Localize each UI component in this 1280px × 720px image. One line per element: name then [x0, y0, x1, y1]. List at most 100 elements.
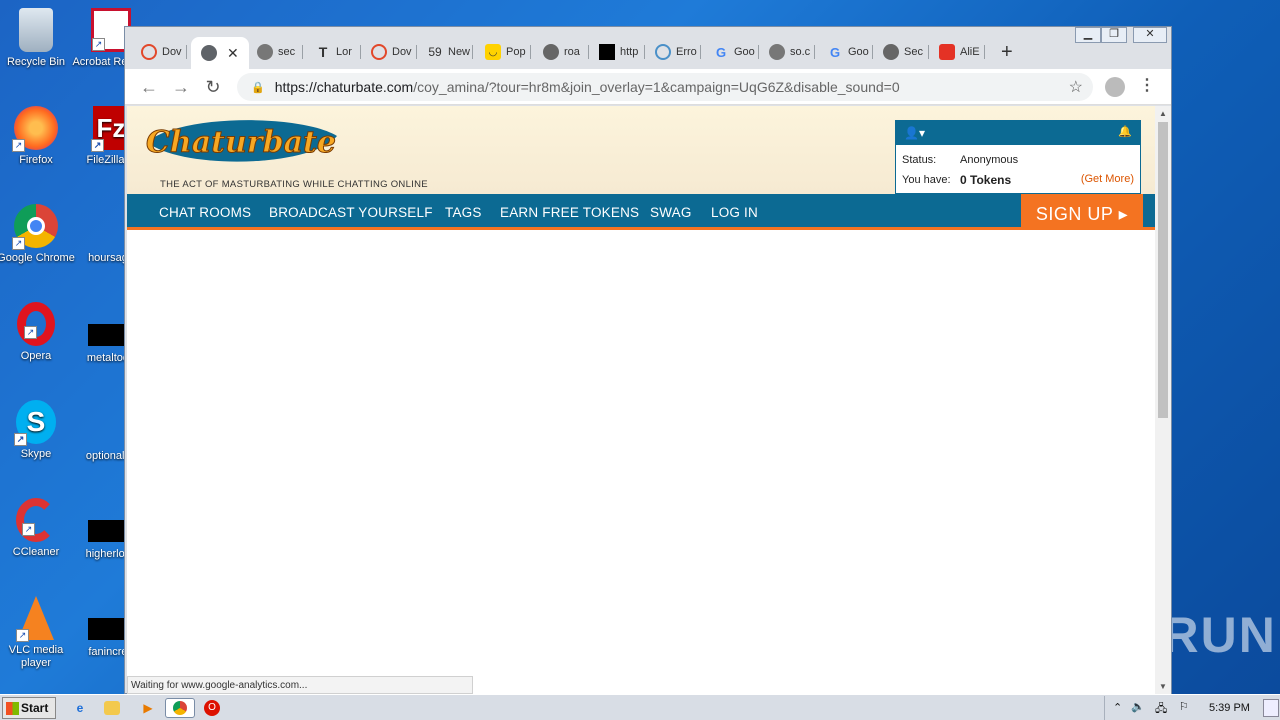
tokens-value: 0 Tokens — [960, 173, 1012, 187]
close-window-button[interactable]: ✕ — [1133, 27, 1167, 43]
site-header: Chaturbate THE ACT OF MASTURBATING WHILE… — [127, 106, 1155, 194]
chrome-taskbar-icon[interactable] — [165, 698, 195, 718]
globe-icon — [257, 44, 273, 60]
nav-chat-rooms[interactable]: CHAT ROOMS — [159, 205, 251, 220]
taskbar: Start e ▶ O ⌃ 🔈 🖧 ⚐ 5:39 PM — [0, 694, 1280, 720]
vlc-shortcut[interactable]: ↗ VLC media player — [0, 596, 75, 670]
skype-shortcut[interactable]: S ↗ Skype — [0, 400, 75, 461]
globe-icon — [201, 45, 217, 61]
reload-button[interactable]: ↻ — [201, 75, 225, 99]
ccleaner-shortcut[interactable]: ↗ CCleaner — [0, 498, 75, 559]
profile-avatar[interactable] — [1105, 77, 1125, 97]
browser-window: Dov ✕ sec T Lor Dov 59 New ◡ Pop roa htt… — [124, 26, 1172, 694]
scroll-down-icon[interactable]: ▼ — [1159, 682, 1167, 691]
get-more-link[interactable]: (Get More) — [1081, 173, 1134, 185]
tab[interactable]: so.c — [769, 39, 815, 65]
nav-broadcast-yourself[interactable]: BROADCAST YOURSELF — [269, 205, 433, 220]
opera-icon: ↗ — [17, 302, 55, 346]
svg-text:Chaturbate: Chaturbate — [146, 125, 336, 160]
restore-button[interactable]: ❐ — [1101, 27, 1127, 43]
chrome-shortcut[interactable]: ↗ Google Chrome — [0, 204, 75, 265]
sign-up-button[interactable]: SIGN UP ▸ — [1021, 194, 1143, 230]
ccleaner-icon: ↗ — [16, 498, 56, 542]
ie-icon[interactable]: e — [70, 698, 90, 718]
tab[interactable]: Sec — [883, 39, 929, 65]
opera-taskbar-icon[interactable]: O — [204, 700, 220, 716]
nav-earn-free-tokens[interactable]: EARN FREE TOKENS — [500, 205, 639, 220]
tab[interactable]: G Goo — [827, 39, 873, 65]
firefox-shortcut[interactable]: ↗ Firefox — [0, 106, 75, 167]
tray-expand-icon[interactable]: ⌃ — [1113, 701, 1122, 714]
forward-button[interactable]: → — [169, 75, 193, 99]
tab[interactable]: roa — [543, 39, 589, 65]
tab[interactable]: Erro — [655, 39, 701, 65]
explorer-icon[interactable] — [104, 701, 120, 715]
browser-menu-icon[interactable]: ⋮ — [1139, 75, 1155, 95]
opera-shortcut[interactable]: ↗ Opera — [0, 302, 75, 363]
tab[interactable]: G Goo — [713, 39, 759, 65]
site-nav: CHAT ROOMS BROADCAST YOURSELF TAGS EARN … — [127, 194, 1155, 230]
nav-log-in[interactable]: LOG IN — [711, 205, 758, 220]
tab[interactable]: 59 New — [427, 39, 473, 65]
back-button[interactable]: ← — [137, 75, 161, 99]
bookmark-star-icon[interactable]: ☆ — [1069, 77, 1083, 97]
tab[interactable]: AliE — [939, 39, 985, 65]
google-icon: G — [829, 44, 841, 60]
close-tab-icon[interactable]: ✕ — [227, 45, 239, 62]
show-desktop-button[interactable] — [1263, 699, 1279, 717]
chaturbate-logo[interactable]: Chaturbate — [141, 112, 341, 172]
new-tab-button[interactable]: + — [1001, 41, 1013, 64]
tab[interactable]: http — [599, 39, 645, 65]
nav-swag[interactable]: SWAG — [650, 205, 692, 220]
shortcut-arrow-icon: ↗ — [24, 326, 37, 339]
google-icon: G — [715, 44, 727, 60]
tab-active[interactable]: ✕ — [191, 37, 249, 69]
action-center-flag-icon[interactable]: ⚐ — [1179, 700, 1189, 713]
59-icon: 59 — [428, 45, 442, 59]
url-host: https://chaturbate.com — [274, 79, 414, 95]
tab[interactable]: sec — [257, 39, 303, 65]
browser-toolbar: ← → ↻ 🔒 https://chaturbate.com/coy_amina… — [125, 69, 1171, 105]
address-bar[interactable]: 🔒 https://chaturbate.com/coy_amina/?tour… — [237, 73, 1093, 101]
flash-icon — [371, 44, 387, 60]
user-dropdown-icon[interactable]: 👤▾ — [904, 126, 925, 140]
bell-icon[interactable]: 🔔 — [1118, 125, 1132, 138]
tab[interactable]: Dov — [141, 39, 187, 65]
url-path: /coy_amina/?tour=hr8m&join_overlay=1&cam… — [413, 79, 900, 95]
minimize-button[interactable]: ▁ — [1075, 27, 1101, 43]
windows-flag-icon — [6, 702, 19, 715]
firefox-icon: ↗ — [12, 106, 58, 152]
globe-icon — [543, 44, 559, 60]
status-value: Anonymous — [960, 154, 1019, 166]
redacted-icon — [88, 324, 124, 346]
shortcut-arrow-icon: ↗ — [91, 139, 104, 152]
tab[interactable]: T Lor — [315, 39, 361, 65]
shortcut-arrow-icon: ↗ — [92, 38, 105, 51]
chrome-icon: ↗ — [12, 204, 58, 250]
status-label: Status: — [902, 154, 937, 166]
vlc-icon: ↗ — [16, 596, 54, 642]
shortcut-arrow-icon: ↗ — [14, 433, 27, 446]
volume-icon[interactable]: 🔈 — [1131, 700, 1145, 713]
page-scrollbar[interactable]: ▲ ▼ — [1155, 106, 1171, 694]
nav-tags[interactable]: TAGS — [445, 205, 482, 220]
smiley-icon: ◡ — [485, 44, 501, 60]
start-button[interactable]: Start — [2, 697, 56, 719]
tab-strip: Dov ✕ sec T Lor Dov 59 New ◡ Pop roa htt… — [125, 27, 1171, 69]
scroll-up-icon[interactable]: ▲ — [1159, 109, 1167, 118]
tab[interactable]: ◡ Pop — [485, 39, 531, 65]
site-tagline: THE ACT OF MASTURBATING WHILE CHATTING O… — [160, 179, 428, 190]
clock[interactable]: 5:39 PM — [1209, 702, 1250, 714]
recycle-bin-shortcut[interactable]: Recycle Bin — [0, 8, 75, 69]
t-icon: T — [318, 44, 328, 60]
media-player-icon[interactable]: ▶ — [138, 698, 158, 718]
lock-icon: 🔒 — [251, 81, 265, 94]
system-tray: ⌃ 🔈 🖧 ⚐ 5:39 PM — [1104, 696, 1280, 720]
redacted-icon — [88, 618, 124, 640]
network-icon[interactable]: 🖧 — [1155, 700, 1167, 719]
shortcut-arrow-icon: ↗ — [12, 237, 25, 250]
shortcut-arrow-icon: ↗ — [16, 629, 29, 642]
tab[interactable]: Dov — [371, 39, 417, 65]
shortcut-arrow-icon: ↗ — [22, 523, 35, 536]
scrollbar-thumb[interactable] — [1158, 122, 1168, 418]
